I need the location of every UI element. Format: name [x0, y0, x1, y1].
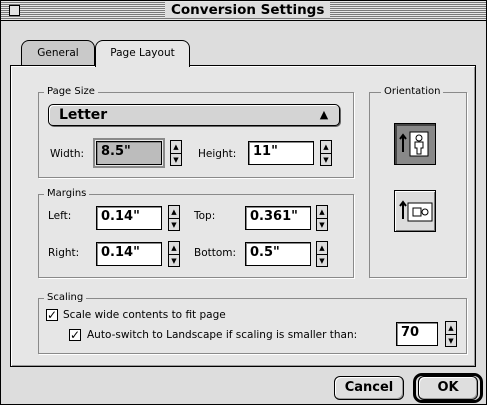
stepper-down-icon[interactable]: ▼ [446, 335, 456, 347]
stepper-down-icon[interactable]: ▼ [317, 219, 327, 231]
orientation-group-label: Orientation [381, 86, 444, 98]
scaling-threshold-field[interactable]: 70 [396, 322, 438, 346]
bottom-margin-stepper[interactable]: ▲ ▼ [316, 241, 328, 267]
portrait-orientation-icon [399, 131, 429, 157]
scaling-group-label: Scaling [44, 292, 87, 304]
bottom-margin-field[interactable]: 0.5" [245, 242, 311, 266]
right-margin-stepper[interactable]: ▲ ▼ [168, 241, 180, 267]
stepper-up-icon[interactable]: ▲ [446, 322, 456, 335]
height-label: Height: [198, 148, 237, 160]
page-size-group-label: Page Size [44, 86, 98, 98]
tab-page-layout[interactable]: Page Layout [95, 40, 190, 67]
top-margin-label: Top: [194, 210, 216, 222]
width-label: Width: [50, 148, 85, 160]
bottom-margin-label: Bottom: [194, 247, 237, 259]
height-stepper[interactable]: ▲ ▼ [320, 140, 332, 166]
close-box-icon[interactable] [9, 5, 20, 16]
left-margin-field[interactable]: 0.14" [96, 206, 162, 230]
left-margin-stepper[interactable]: ▲ ▼ [168, 205, 180, 231]
window-title: Conversion Settings [165, 2, 331, 18]
scale-wide-checkbox[interactable]: ✓ [46, 309, 58, 321]
stepper-down-icon[interactable]: ▼ [317, 255, 327, 267]
portrait-button[interactable] [394, 123, 436, 165]
right-margin-label: Right: [48, 247, 80, 259]
stepper-up-icon[interactable]: ▲ [169, 206, 179, 219]
scale-wide-label: Scale wide contents to fit page [63, 309, 226, 321]
landscape-button[interactable] [394, 190, 436, 232]
top-margin-field[interactable]: 0.361" [245, 206, 311, 230]
height-field[interactable]: 11" [248, 141, 314, 165]
page-size-popup[interactable]: Letter ▲ [48, 104, 340, 126]
width-field[interactable]: 8.5" [93, 138, 165, 168]
auto-switch-checkbox[interactable]: ✓ [69, 329, 81, 341]
stepper-down-icon[interactable]: ▼ [169, 255, 179, 267]
width-stepper[interactable]: ▲ ▼ [170, 140, 182, 166]
stepper-up-icon[interactable]: ▲ [171, 141, 181, 154]
stepper-down-icon[interactable]: ▼ [321, 154, 331, 166]
stepper-up-icon[interactable]: ▲ [317, 242, 327, 255]
scaling-threshold-stepper[interactable]: ▲ ▼ [445, 321, 457, 347]
popup-arrows-icon: ▲ [319, 108, 329, 121]
landscape-orientation-icon [399, 200, 433, 222]
stepper-down-icon[interactable]: ▼ [171, 154, 181, 166]
ok-button[interactable]: OK [418, 376, 478, 400]
right-margin-field[interactable]: 0.14" [96, 242, 162, 266]
cancel-button[interactable]: Cancel [334, 376, 404, 400]
tab-general[interactable]: General [21, 40, 95, 66]
stepper-down-icon[interactable]: ▼ [169, 219, 179, 231]
top-margin-stepper[interactable]: ▲ ▼ [316, 205, 328, 231]
margins-group-label: Margins [44, 188, 90, 200]
orientation-group [369, 92, 467, 278]
page-size-selected: Letter [59, 107, 108, 123]
auto-switch-label: Auto-switch to Landscape if scaling is s… [87, 329, 358, 341]
left-margin-label: Left: [48, 210, 72, 222]
stepper-up-icon[interactable]: ▲ [317, 206, 327, 219]
stepper-up-icon[interactable]: ▲ [169, 242, 179, 255]
stepper-up-icon[interactable]: ▲ [321, 141, 331, 154]
